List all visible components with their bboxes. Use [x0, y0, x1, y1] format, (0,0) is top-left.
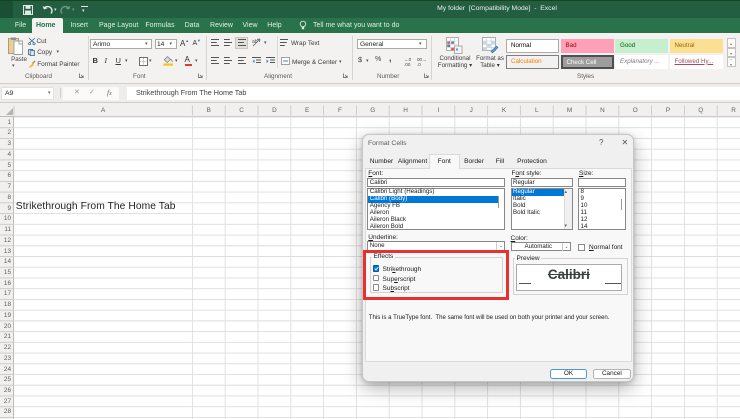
svg-text:ab: ab — [252, 39, 258, 45]
